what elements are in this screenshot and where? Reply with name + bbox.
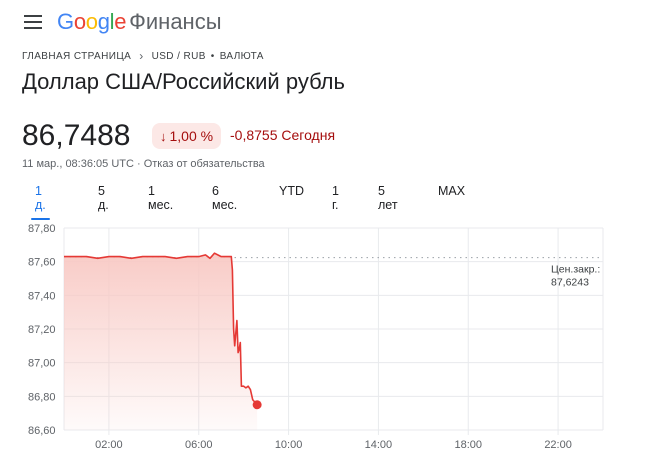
x-tick-label: 14:00 [365,439,393,451]
brand-letter: e [114,9,127,34]
series-area-fill [64,253,258,430]
google-finance-logo[interactable]: Google Финансы [57,8,222,36]
y-tick-label: 87,00 [28,358,56,370]
current-price: 86,7488 [22,119,131,152]
y-tick-label: 87,80 [28,223,56,235]
brand-letter: o [85,9,98,34]
breadcrumb-category: ВАЛЮТА [219,50,264,62]
x-tick-label: 18:00 [454,439,482,451]
x-tick-label: 22:00 [544,439,572,451]
finance-label: Финансы [129,9,222,34]
hamburger-menu-icon[interactable] [24,14,42,30]
page-title: Доллар США/Российский рубль [22,69,345,94]
chevron-right-icon: › [139,49,144,63]
brand-letter: g [97,9,110,34]
brand-letter: G [57,9,74,34]
y-tick-label: 87,20 [28,324,56,336]
y-tick-label: 86,80 [28,391,56,403]
y-tick-label: 87,40 [28,290,56,302]
breadcrumb: ГЛАВНАЯ СТРАНИЦА › USD / RUB • ВАЛЮТА [22,49,264,63]
x-tick-label: 10:00 [275,439,303,451]
brand-letter: o [73,9,86,34]
x-tick-label: 06:00 [185,439,213,451]
x-tick-label: 02:00 [95,439,123,451]
change-percent-badge: ↓ 1,00 % [152,123,222,149]
breadcrumb-home[interactable]: ГЛАВНАЯ СТРАНИЦА [22,51,131,62]
arrow-down-icon: ↓ [160,128,167,144]
tab-range[interactable]: MAX [438,182,465,206]
tab-range[interactable]: YTD [279,182,304,206]
previous-close-value: 87,6243 [551,277,589,289]
y-tick-label: 86,60 [28,425,56,437]
change-percent: 1,00 % [169,128,214,144]
price-chart[interactable]: 87,80 87,60 87,40 87,20 87,00 86,80 86,60 02:00… [0,210,652,455]
breadcrumb-dot: • [210,50,215,62]
quote-timestamp: 11 мар., 08:36:05 UTC · Отказ от обязате… [22,158,265,170]
previous-close-label: Цен.закр.: [551,264,600,276]
breadcrumb-pair: USD / RUB [151,50,206,62]
current-point-marker [252,400,262,410]
google-wordmark: Google [57,9,126,34]
change-today: -0,8755 Сегодня [230,127,336,143]
y-tick-label: 87,60 [28,257,56,269]
